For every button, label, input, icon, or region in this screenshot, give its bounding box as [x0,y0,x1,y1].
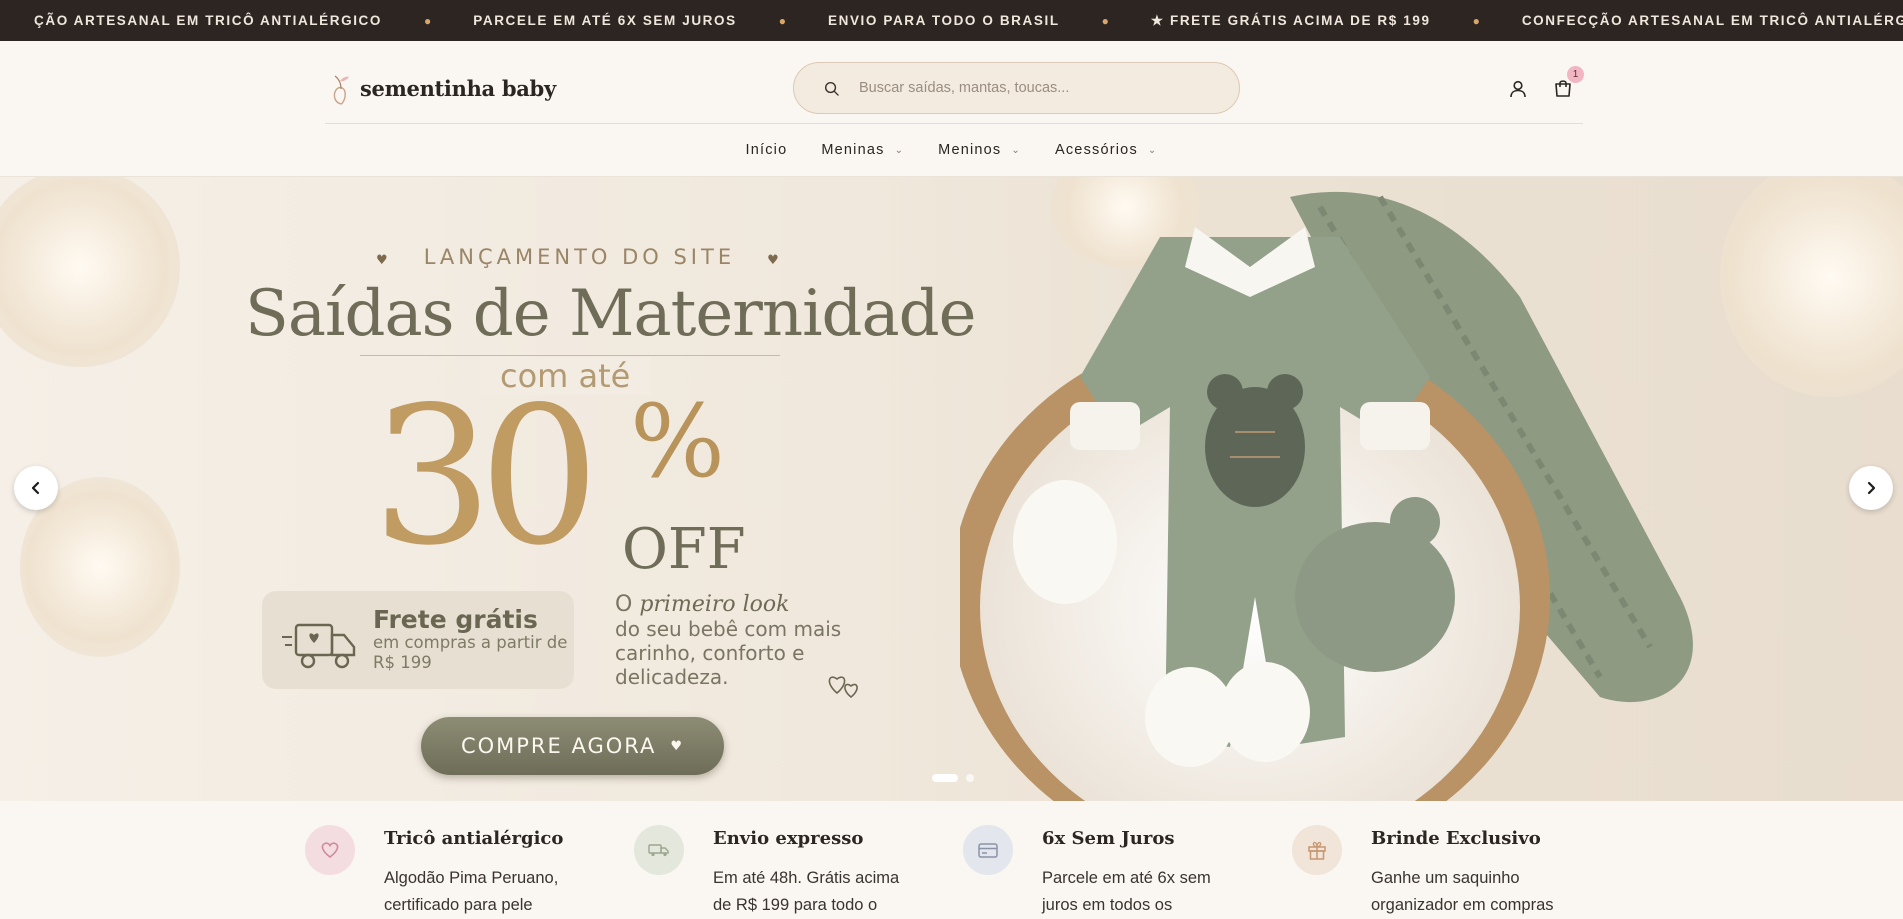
chevron-down-icon: ⌄ [1011,144,1021,156]
brand-logo[interactable]: sementinha baby [330,71,556,105]
heart-icon: ♥ [376,253,392,268]
announcement-marquee: ÇÃO ARTESANAL EM TRICÔ ANTIALÉRGICO ● PA… [0,0,1903,41]
chevron-down-icon: ⌄ [894,144,905,156]
nav-item-meninos[interactable]: Meninos ⌄ [921,142,1038,158]
announcement-item: ÇÃO ARTESANAL EM TRICÔ ANTIALÉRGICO [34,13,382,28]
separator-dot: ● [424,13,432,28]
feature-title: 6x Sem Juros [1042,828,1175,849]
sprout-icon [333,75,349,105]
feature-icon-circle [634,825,684,875]
heart-icon: ♥ [670,738,685,754]
feature-icon-circle [963,825,1013,875]
nav-item-inicio[interactable]: Início [729,142,805,158]
carousel-next-button[interactable] [1849,466,1893,510]
title-divider [360,355,780,356]
shop-now-label: COMPRE AGORA [460,734,657,758]
search-bar[interactable] [793,62,1240,114]
hero-banner[interactable]: ♥ LANÇAMENTO DO SITE ♥ Saídas de Materni… [0,177,1903,801]
hero-eyebrow-text: LANÇAMENTO DO SITE [423,245,736,269]
hero-eyebrow: ♥ LANÇAMENTO DO SITE ♥ [376,245,783,269]
gift-icon [1308,841,1326,860]
shop-now-button[interactable]: COMPRE AGORA ♥ [421,717,724,775]
blossom-decoration [0,177,180,367]
nav-item-meninas[interactable]: Meninas ⌄ [804,142,921,158]
announcement-bar: ÇÃO ARTESANAL EM TRICÔ ANTIALÉRGICO ● PA… [0,0,1903,41]
search-icon [824,81,839,96]
heart-icon [321,842,339,859]
truck-icon [282,623,356,669]
chevron-right-icon [1867,481,1876,495]
carousel-dot[interactable] [966,774,974,782]
feature-description: Ganhe um saquinho organizador em compras [1371,869,1554,914]
tagline-italic: primeiro look [639,592,790,617]
nav-label: Início [745,142,788,158]
announcement-item: CONFECÇÃO ARTESANAL EM TRICÔ ANTIALÉRGIC… [1521,13,1903,28]
account-icon[interactable] [1508,79,1528,99]
announcement-item: ENVIO PARA TODO O BRASIL [828,13,1060,28]
feature-title: Tricô antialérgico [384,828,564,849]
feature-icon-circle [305,825,355,875]
main-nav: Início Meninas ⌄ Meninos ⌄ Acessórios ⌄ [0,124,1903,176]
hero-title: Saídas de Maternidade [245,277,976,351]
hearts-doodle-icon [828,676,858,699]
nav-label: Meninas [821,142,885,158]
credit-card-icon [978,842,998,858]
features-strip: Tricô antialérgico Algodão Pima Peruano,… [0,801,1903,914]
heart-icon: ♥ [767,253,783,268]
search-input[interactable] [859,80,1219,96]
announcement-item: PARCELE EM ATÉ 6X SEM JUROS [473,13,737,28]
free-shipping-subtitle: em compras a partir de R$ 199 [373,633,568,672]
feature-description: Algodão Pima Peruano, certificado para p… [384,869,559,914]
feature-title: Envio expresso [713,828,864,849]
separator-dot: ● [778,13,786,28]
nav-label: Meninos [938,142,1002,158]
feature-title: Brinde Exclusivo [1371,828,1541,849]
feature-description: Em até 48h. Grátis acima de R$ 199 para … [713,869,900,914]
separator-dot: ● [1101,13,1109,28]
cart-count-badge: 1 [1567,66,1584,83]
chevron-left-icon [31,481,40,495]
announcement-item: ★ FRETE GRÁTIS ACIMA DE R$ 199 [1150,12,1431,28]
site-header: sementinha baby 1 Início Meninas ⌄ Menin… [0,41,1903,177]
separator-dot: ● [1472,13,1480,28]
carousel-dots [932,774,974,782]
brand-name: sementinha baby [360,75,556,101]
discount-off: OFF [622,517,746,582]
chevron-down-icon: ⌄ [1147,144,1158,156]
feature-description: Parcele em até 6x sem juros em todos os [1042,869,1211,914]
carousel-dot-active[interactable] [932,774,958,782]
free-shipping-title: Frete grátis [373,605,538,634]
discount-number: 30 [372,366,600,587]
carousel-prev-button[interactable] [14,466,58,510]
feature-icon-circle [1292,825,1342,875]
nav-item-acessorios[interactable]: Acessórios ⌄ [1038,142,1175,158]
nav-label: Acessórios [1054,142,1138,158]
tagline-prefix: O [615,592,633,617]
truck-icon [648,844,669,857]
discount-percent: % [630,383,726,500]
tagline-rest: do seu bebê com mais carinho, conforto e… [615,617,842,689]
baby-outfit-image [960,191,1693,801]
